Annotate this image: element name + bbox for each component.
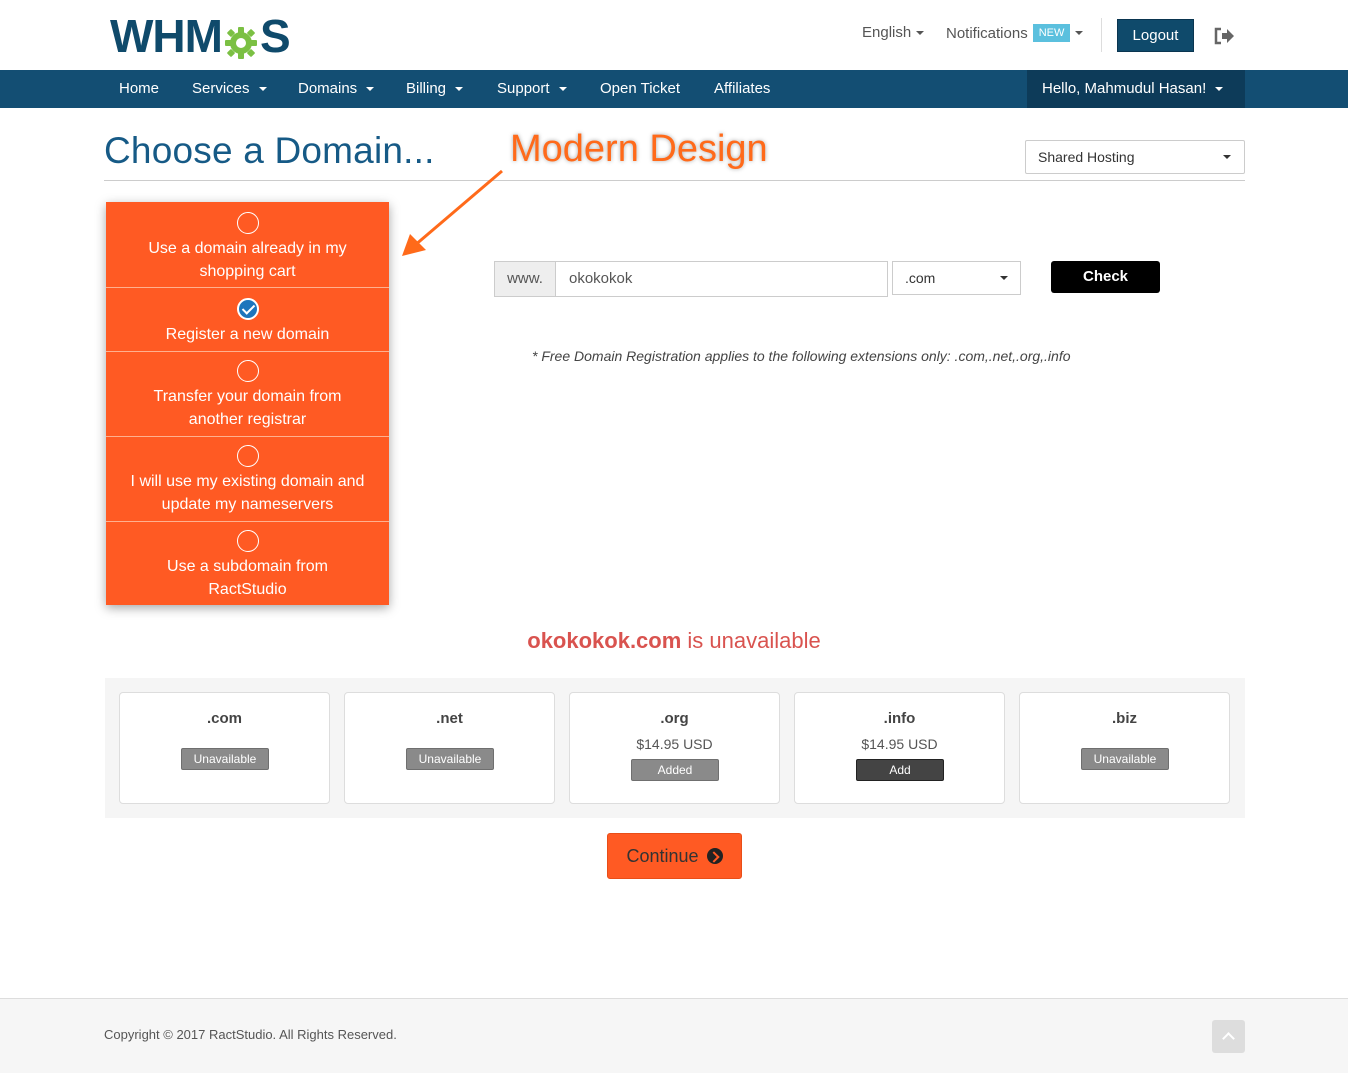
domain-search-input[interactable]: okokokok xyxy=(555,261,888,297)
chevron-down-icon xyxy=(1223,155,1231,159)
tld-price: $14.95 USD xyxy=(861,736,938,752)
option-label: Use a domain already in my shopping cart xyxy=(148,240,347,280)
availability-status: okokokok.com is unavailable xyxy=(0,628,1348,654)
annotation-arrow-icon xyxy=(402,169,503,256)
option-label: I will use my existing domain and update… xyxy=(130,473,365,513)
check-button[interactable]: Check xyxy=(1051,261,1160,293)
nav-billing[interactable]: Billing xyxy=(406,70,464,108)
tld-price: $14.95 USD xyxy=(636,736,713,752)
tld-name: .org xyxy=(660,710,689,727)
nav-services[interactable]: Services xyxy=(192,70,267,108)
nav-label: Billing xyxy=(406,80,447,97)
sign-out-icon[interactable] xyxy=(1213,26,1235,46)
language-label: English xyxy=(862,24,912,41)
tld-card-org: .org $14.95 USD Added xyxy=(569,692,780,804)
logo-text-end: S xyxy=(259,10,291,62)
tld-card-net: .net Unavailable xyxy=(344,692,555,804)
annotation-label: Modern Design xyxy=(510,128,768,170)
radio-unchecked-icon[interactable] xyxy=(236,360,259,382)
nav-home[interactable]: Home xyxy=(119,70,159,108)
chevron-down-icon xyxy=(366,87,375,92)
tld-card-info: .info $14.95 USD Add xyxy=(794,692,1005,804)
tld-card-com: .com Unavailable xyxy=(119,692,330,804)
gear-logo-icon xyxy=(223,18,259,59)
copyright-text: Copyright © 2017 RactStudio. All Rights … xyxy=(104,1027,397,1042)
nav-label: Services xyxy=(192,80,250,97)
nav-affiliates[interactable]: Affiliates xyxy=(714,70,770,108)
option-label: Use a subdomain from RactStudio xyxy=(167,558,328,598)
chevron-down-icon xyxy=(1000,276,1008,280)
continue-label: Continue xyxy=(626,845,699,866)
radio-checked-icon[interactable] xyxy=(236,298,259,320)
title-divider xyxy=(104,180,1245,181)
nav-open-ticket[interactable]: Open Ticket xyxy=(600,70,680,108)
unavailable-button[interactable]: Unavailable xyxy=(181,748,269,770)
new-badge: NEW xyxy=(1032,24,1071,42)
product-select-value: Shared Hosting xyxy=(1038,149,1135,165)
footer: Copyright © 2017 RactStudio. All Rights … xyxy=(0,998,1348,1073)
logout-button[interactable]: Logout xyxy=(1117,19,1194,52)
back-to-top-button[interactable] xyxy=(1212,1020,1245,1053)
chevron-down-icon xyxy=(258,87,267,92)
option-existing-domain[interactable]: I will use my existing domain and update… xyxy=(106,437,389,521)
free-domain-note: * Free Domain Registration applies to th… xyxy=(532,348,1071,364)
main-navbar: Home Services Domains Billing Support Op… xyxy=(0,70,1348,108)
tld-name: .biz xyxy=(1112,710,1137,727)
user-greeting: Hello, Mahmudul Hasan! xyxy=(1042,80,1207,97)
tld-select-value: .com xyxy=(905,270,936,286)
unavailable-button[interactable]: Unavailable xyxy=(406,748,494,770)
option-label: Register a new domain xyxy=(165,326,330,343)
option-register-new[interactable]: Register a new domain xyxy=(106,288,389,351)
continue-button[interactable]: Continue xyxy=(607,833,742,879)
chevron-down-icon xyxy=(1075,31,1084,35)
tld-name: .com xyxy=(206,710,242,727)
option-transfer-domain[interactable]: Transfer your domain from another regist… xyxy=(106,352,389,436)
tld-name: .info xyxy=(883,710,916,727)
option-use-cart-domain[interactable]: Use a domain already in my shopping cart xyxy=(106,202,389,287)
nav-label: Open Ticket xyxy=(600,80,681,97)
nav-domains[interactable]: Domains xyxy=(298,70,375,108)
nav-label: Support xyxy=(497,80,550,97)
nav-label: Affiliates xyxy=(714,80,771,97)
unavailable-button[interactable]: Unavailable xyxy=(1081,748,1169,770)
add-button[interactable]: Add xyxy=(856,759,944,781)
radio-unchecked-icon[interactable] xyxy=(236,530,259,552)
user-account-dropdown[interactable]: Hello, Mahmudul Hasan! xyxy=(1027,70,1245,108)
header-divider xyxy=(1101,18,1102,52)
status-text: is unavailable xyxy=(687,628,821,653)
language-dropdown[interactable]: English xyxy=(862,24,925,41)
whmcs-logo[interactable]: WHM S xyxy=(110,10,291,62)
chevron-down-icon xyxy=(558,87,567,92)
chevron-down-icon xyxy=(455,87,464,92)
logo-text-start: WHM xyxy=(110,10,223,62)
page-title: Choose a Domain... xyxy=(104,130,435,171)
arrow-circle-right-icon xyxy=(706,848,723,864)
nav-label: Domains xyxy=(298,80,358,97)
chevron-down-icon xyxy=(916,31,925,36)
tld-name: .net xyxy=(436,710,463,727)
chevron-down-icon xyxy=(1215,87,1224,92)
option-subdomain[interactable]: Use a subdomain from RactStudio xyxy=(106,522,389,605)
tld-select[interactable]: .com xyxy=(892,261,1021,295)
product-select[interactable]: Shared Hosting xyxy=(1025,140,1245,174)
top-header: WHM S English Notifications NEW Logout xyxy=(0,0,1348,70)
nav-support[interactable]: Support xyxy=(497,70,567,108)
www-prefix: www. xyxy=(494,261,556,297)
added-button[interactable]: Added xyxy=(631,759,719,781)
searched-domain: okokokok.com xyxy=(527,628,682,653)
notifications-dropdown[interactable]: Notifications NEW xyxy=(946,24,1084,42)
option-label: Transfer your domain from another regist… xyxy=(153,388,342,428)
notifications-label: Notifications xyxy=(946,24,1028,42)
domain-options-panel: Use a domain already in my shopping cart… xyxy=(106,202,389,605)
radio-unchecked-icon[interactable] xyxy=(236,445,259,467)
radio-unchecked-icon[interactable] xyxy=(236,212,259,234)
tld-card-biz: .biz Unavailable xyxy=(1019,692,1230,804)
nav-label: Home xyxy=(119,80,160,97)
